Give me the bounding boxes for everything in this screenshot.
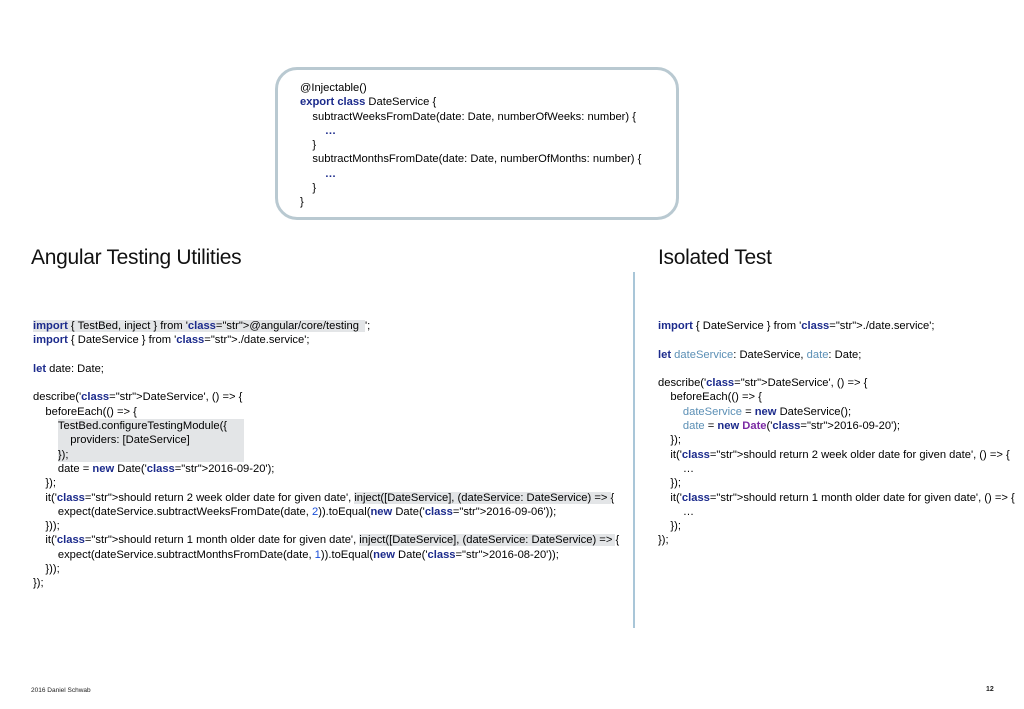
right-code-block: import { DateService } from 'class="str"… bbox=[658, 319, 1015, 548]
right-code-line: it('class="str">should return 1 month ol… bbox=[658, 491, 1015, 504]
right-code-line: beforeEach(() => { bbox=[658, 391, 762, 404]
right-code-line: }); bbox=[658, 520, 682, 533]
callout-code: @Injectable() export class DateService { … bbox=[300, 81, 641, 210]
right-code-line: … bbox=[658, 505, 695, 518]
callout-code-line: @Injectable() bbox=[300, 82, 367, 94]
right-heading: Isolated Test bbox=[658, 246, 772, 269]
left-code-line: })); bbox=[33, 520, 60, 533]
left-code-line: })); bbox=[33, 563, 60, 576]
right-code-line: import { DateService } from 'class="str"… bbox=[658, 320, 935, 332]
right-code-line: }); bbox=[658, 477, 682, 490]
callout-code-line: … bbox=[324, 167, 337, 180]
right-code-line: }); bbox=[658, 434, 682, 447]
right-code-line: let dateService: DateService, date: Date… bbox=[658, 348, 862, 361]
right-code-line: … bbox=[658, 462, 695, 475]
left-code-line: let date: Date; bbox=[33, 362, 104, 375]
callout-code-line: } bbox=[300, 182, 317, 195]
left-code-line: import { DateService } from 'class="str"… bbox=[33, 334, 310, 347]
left-code-block: import { TestBed, inject } from 'class="… bbox=[33, 319, 619, 591]
left-code-line: import { TestBed, inject } from 'class="… bbox=[33, 320, 371, 332]
right-code-line: dateService = new DateService(); bbox=[682, 405, 852, 418]
callout-code-line: export class DateService { bbox=[300, 96, 437, 109]
callout-code-line: } bbox=[300, 196, 304, 209]
left-code-line: date = new Date('class="str">2016-09-20'… bbox=[33, 462, 275, 475]
right-code-line bbox=[658, 362, 1015, 376]
right-code-line: it('class="str">should return 2 week old… bbox=[658, 448, 1010, 461]
callout-code-line: } bbox=[300, 139, 317, 152]
code-callout: @Injectable() export class DateService { … bbox=[275, 67, 679, 220]
callout-code-line: subtractMonthsFromDate(date: Date, numbe… bbox=[300, 153, 642, 166]
footer-copyright: 2016 Daniel Schwab bbox=[31, 687, 91, 694]
right-code-line bbox=[658, 333, 1015, 347]
right-code-line: describe('class="str">DateService', () =… bbox=[658, 377, 868, 390]
left-code-line: TestBed.configureTestingModule({ bbox=[33, 419, 619, 434]
left-code-line: providers: [DateService] bbox=[33, 433, 619, 448]
page-number: 12 bbox=[986, 686, 994, 693]
left-code-line bbox=[33, 348, 619, 362]
callout-code-line: subtractWeeksFromDate(date: Date, number… bbox=[300, 110, 636, 123]
left-code-line: }); bbox=[33, 447, 619, 462]
left-heading: Angular Testing Utilities bbox=[31, 246, 242, 269]
left-code-line: }); bbox=[33, 577, 44, 590]
right-code-line: }); bbox=[658, 534, 669, 547]
right-code-line: date = new Date('class="str">2016-09-20'… bbox=[682, 420, 901, 433]
left-code-line: }); bbox=[33, 477, 57, 490]
left-code-line: it('class="str">should return 2 week old… bbox=[33, 491, 615, 504]
left-code-line: beforeEach(() => { bbox=[33, 405, 137, 418]
left-code-line: it('class="str">should return 1 month ol… bbox=[33, 534, 620, 547]
column-divider bbox=[633, 272, 635, 628]
left-code-line: expect(dateService.subtractWeeksFromDate… bbox=[33, 505, 557, 518]
left-code-line: describe('class="str">DateService', () =… bbox=[33, 391, 243, 404]
callout-code-line: … bbox=[324, 124, 337, 137]
left-code-line bbox=[33, 376, 619, 390]
left-code-line: expect(dateService.subtractMonthsFromDat… bbox=[33, 548, 559, 561]
